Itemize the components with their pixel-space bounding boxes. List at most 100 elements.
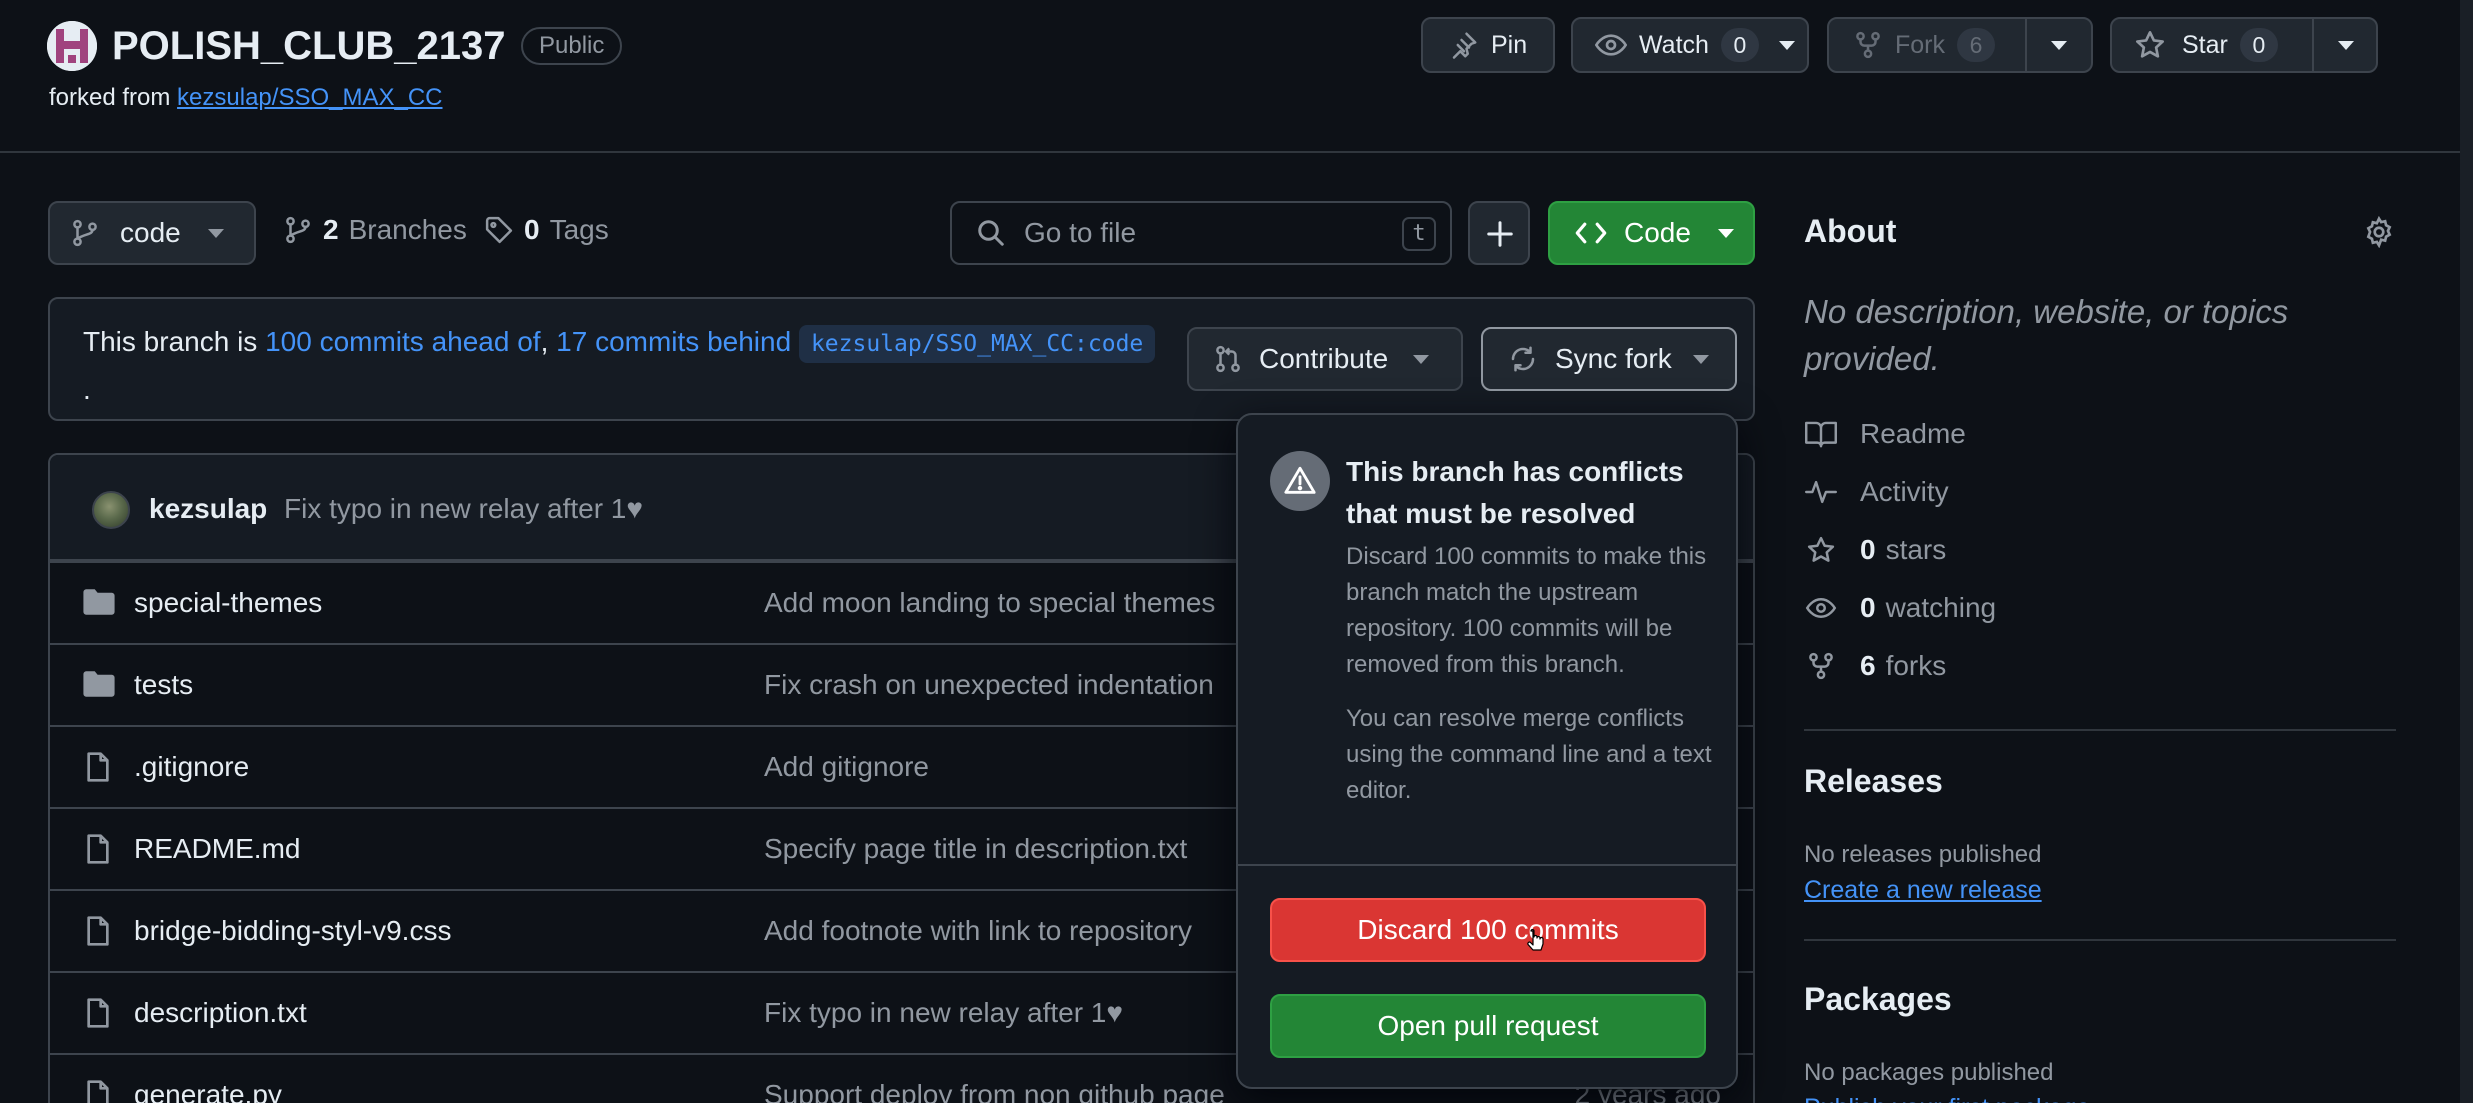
commit-author-link[interactable]: kezsulap [149, 493, 267, 525]
code-dropdown-icon [1718, 229, 1734, 238]
open-pull-request-button[interactable]: Open pull request [1270, 994, 1706, 1058]
tags-count: 0 [524, 214, 540, 245]
tags-link[interactable]: 0 Tags [484, 214, 609, 246]
branch-icon [70, 218, 100, 248]
folder-icon [82, 587, 116, 617]
repo-name-link[interactable]: POLISH_CLUB_2137 [112, 24, 505, 69]
file-commit-message-link[interactable]: Add gitignore [764, 751, 929, 783]
file-name-link[interactable]: special-themes [134, 587, 322, 619]
eye-icon [1595, 29, 1627, 61]
file-commit-message-link[interactable]: Fix crash on unexpected indentation [764, 669, 1214, 701]
commit-message-link[interactable]: Fix typo in new relay after 1♥ [284, 493, 643, 525]
pull-request-icon [1213, 344, 1243, 374]
watch-label: Watch [1639, 30, 1709, 59]
stars-label: stars [1885, 534, 1947, 565]
banner-prefix: This branch is [83, 326, 258, 357]
activity-link[interactable]: Activity [1804, 476, 1949, 508]
alert-icon [1270, 451, 1330, 511]
sync-fork-button[interactable]: Sync fork [1481, 327, 1737, 391]
fork-dropdown-icon[interactable] [2051, 41, 2067, 50]
conflict-hint: You can resolve merge conflicts using th… [1346, 705, 1712, 804]
fork-icon [1804, 651, 1838, 681]
file-name-link[interactable]: .gitignore [134, 751, 249, 783]
page: POLISH_CLUB_2137 Public forked from kezs… [0, 0, 2473, 1103]
watching-label: watching [1885, 592, 1997, 623]
fork-button[interactable]: Fork 6 [1827, 17, 2093, 73]
gear-icon[interactable] [2363, 216, 2395, 248]
file-name-link[interactable]: bridge-bidding-styl-v9.css [134, 915, 451, 947]
sync-fork-label: Sync fork [1555, 343, 1672, 374]
activity-label: Activity [1860, 476, 1949, 507]
readme-link[interactable]: Readme [1804, 418, 1966, 450]
branches-count: 2 [323, 214, 339, 245]
readme-label: Readme [1860, 418, 1966, 449]
file-commit-message-link[interactable]: Add moon landing to special themes [764, 587, 1215, 619]
stars-link[interactable]: 0 stars [1804, 534, 1946, 566]
code-button[interactable]: Code [1548, 201, 1755, 265]
identicon-icon [47, 21, 97, 71]
banner-suffix: . [83, 374, 91, 405]
file-icon [82, 833, 114, 865]
fork-count: 6 [1957, 28, 1995, 62]
about-heading: About [1804, 213, 1897, 249]
file-commit-message-link[interactable]: Add footnote with link to repository [764, 915, 1192, 947]
create-release-link[interactable]: Create a new release [1804, 876, 2042, 905]
page-scrollbar[interactable] [2460, 0, 2473, 1103]
commit-author-avatar[interactable] [92, 491, 130, 529]
go-to-file-input[interactable]: Go to file t [950, 201, 1452, 265]
repo-header: POLISH_CLUB_2137 Public forked from kezs… [0, 0, 2473, 153]
forks-link[interactable]: 6 forks [1804, 650, 1946, 682]
file-icon [82, 915, 114, 947]
pulse-icon [1804, 478, 1838, 506]
pin-button[interactable]: Pin [1421, 17, 1555, 73]
packages-heading[interactable]: Packages [1804, 981, 1952, 1018]
about-description: No description, website, or topics provi… [1804, 293, 2289, 377]
commits-ahead-link[interactable]: 100 commits ahead of [265, 326, 541, 357]
star-icon [1804, 535, 1838, 565]
tags-label: Tags [549, 214, 609, 245]
branch-select-button[interactable]: code [48, 201, 256, 265]
file-icon [82, 1079, 114, 1103]
conflict-description: Discard 100 commits to make this branch … [1346, 543, 1707, 678]
star-label: Star [2182, 30, 2228, 59]
contribute-button[interactable]: Contribute [1187, 327, 1463, 391]
releases-heading[interactable]: Releases [1804, 763, 1943, 800]
sync-chevron-icon [1693, 355, 1709, 364]
code-icon [1574, 218, 1608, 248]
file-commit-message-link[interactable]: Specify page title in description.txt [764, 833, 1187, 865]
publish-package-link[interactable]: Publish your first package [1804, 1094, 2090, 1103]
owner-avatar[interactable] [47, 21, 97, 71]
file-commit-message-link[interactable]: Fix typo in new relay after 1♥ [764, 997, 1123, 1029]
file-name-link[interactable]: tests [134, 669, 193, 701]
commits-behind-link[interactable]: 17 commits behind [556, 326, 791, 357]
pin-label: Pin [1491, 30, 1528, 59]
sidebar-divider [1804, 729, 2396, 731]
upstream-branch-ref[interactable]: kezsulap/SSO_MAX_CC:code [798, 325, 1156, 363]
file-name-link[interactable]: README.md [134, 833, 300, 865]
watch-dropdown-icon[interactable] [1778, 40, 1795, 50]
folder-icon [82, 669, 116, 699]
file-name-link[interactable]: generate.py [134, 1079, 282, 1103]
forks-count: 6 [1860, 650, 1876, 681]
branch-compare-text: This branch is 100 commits ahead of, 17 … [83, 319, 1233, 413]
star-button[interactable]: Star 0 [2110, 17, 2378, 73]
forked-source-link[interactable]: kezsulap/SSO_MAX_CC [177, 84, 442, 111]
forked-from-label: forked from [49, 84, 171, 111]
branch-name: code [120, 217, 181, 248]
file-commit-message-link[interactable]: Support deploy from non github page [764, 1079, 1225, 1103]
file-name-link[interactable]: description.txt [134, 997, 307, 1029]
watch-button[interactable]: Watch 0 [1571, 17, 1809, 73]
branches-link[interactable]: 2 Branches [283, 214, 467, 246]
conflict-title: This branch has conflicts that must be r… [1346, 456, 1684, 529]
visibility-badge: Public [521, 27, 623, 65]
sync-icon [1507, 344, 1539, 374]
watching-link[interactable]: 0 watching [1804, 592, 1996, 624]
add-file-button[interactable] [1468, 201, 1530, 265]
contribute-label: Contribute [1259, 343, 1389, 374]
eye-icon [1804, 593, 1838, 623]
watch-count: 0 [1720, 28, 1759, 62]
star-dropdown-icon[interactable] [2338, 41, 2354, 50]
packages-empty-text: No packages published [1804, 1059, 2054, 1086]
contribute-chevron-icon [1413, 355, 1429, 364]
discard-commits-button[interactable]: Discard 100 commits [1270, 898, 1706, 962]
